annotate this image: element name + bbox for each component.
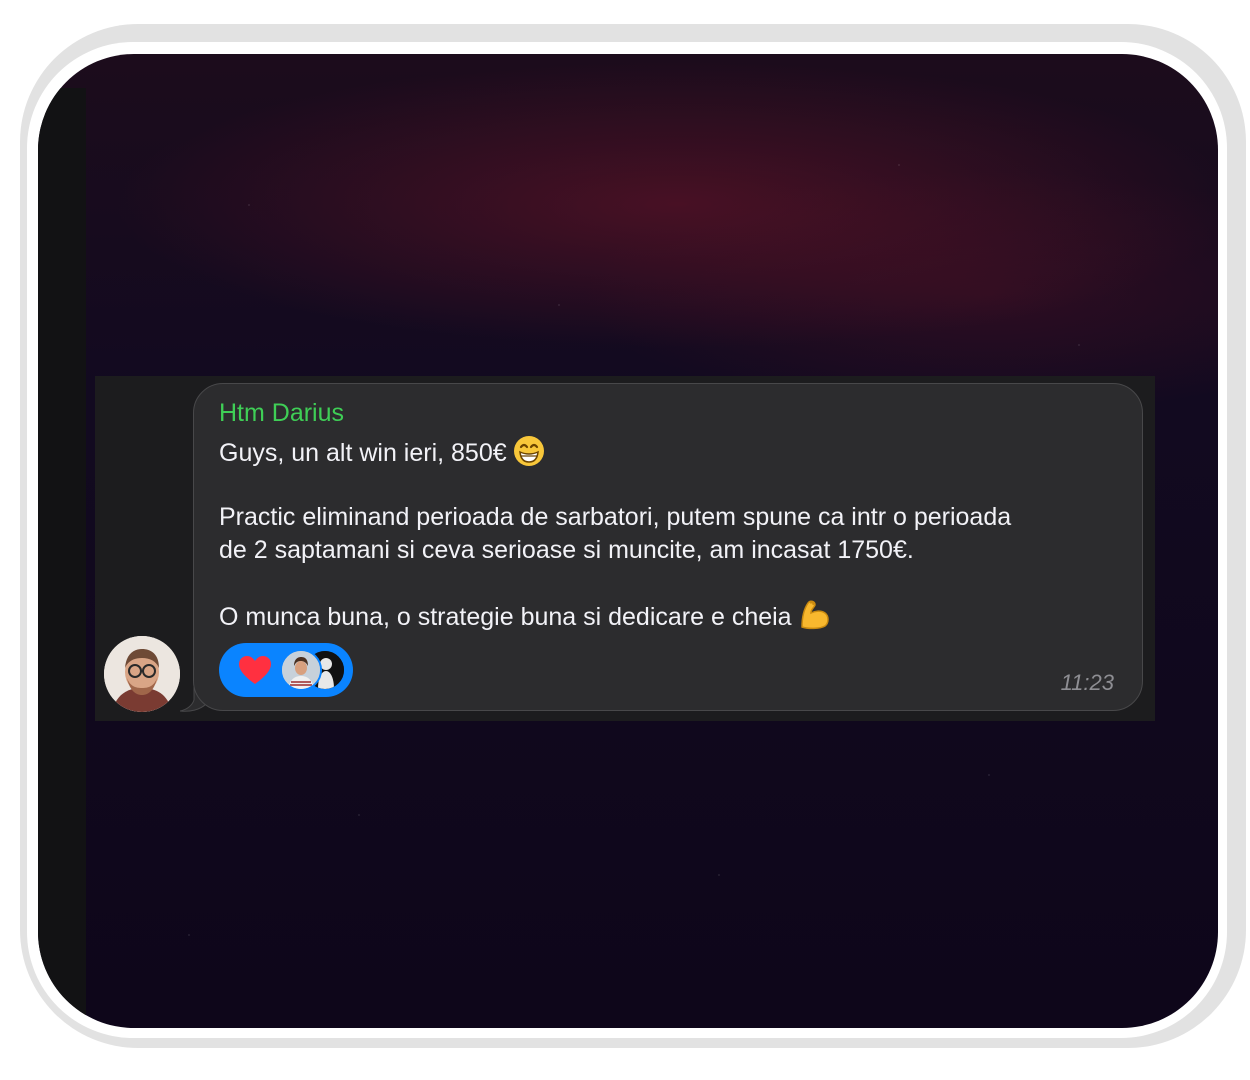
background-dot: [248, 204, 250, 206]
message-line-1-text: Guys, un alt win ieri, 850€: [219, 439, 507, 467]
message-line-1: Guys, un alt win ieri, 850€: [219, 435, 545, 475]
flexed-biceps-icon: [798, 599, 832, 639]
message-timestamp: 11:23: [1060, 670, 1114, 695]
background-dot: [558, 304, 560, 306]
background-dot: [1078, 344, 1080, 346]
reaction-pill[interactable]: [219, 643, 353, 697]
background-dot: [988, 774, 990, 776]
sender-name[interactable]: Htm Darius: [219, 398, 344, 428]
sender-avatar-image: [104, 636, 180, 712]
message-line-2: Practic eliminand perioada de sarbatori,…: [219, 503, 1012, 531]
message-bubble[interactable]: Htm Darius Guys, un alt win ieri, 850€ P…: [193, 383, 1143, 711]
message-line-4: O munca buna, o strategie buna si dedica…: [219, 599, 832, 639]
message-line-3: de 2 saptamani si ceva serioase si munci…: [219, 536, 914, 564]
message-line-4-text: O munca buna, o strategie buna si dedica…: [219, 603, 792, 631]
background-dot: [898, 164, 900, 166]
background-dot: [188, 934, 190, 936]
background-dot: [718, 874, 720, 876]
left-sidebar-strip: [38, 88, 86, 1028]
grinning-face-icon: [513, 435, 545, 475]
heart-icon: [239, 656, 271, 684]
reactor-avatar-1: [280, 649, 322, 691]
background-dot: [358, 814, 360, 816]
sender-avatar[interactable]: [104, 636, 180, 712]
